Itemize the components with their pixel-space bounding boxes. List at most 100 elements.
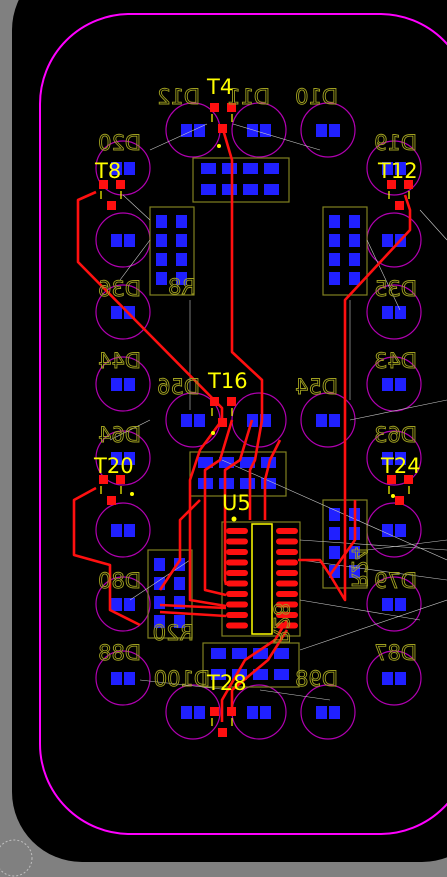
transistor-pad bbox=[210, 707, 219, 716]
led-pad bbox=[395, 378, 406, 391]
u5-pin bbox=[226, 528, 248, 534]
led-pad bbox=[316, 706, 327, 719]
label-t4: T4 bbox=[206, 75, 233, 99]
via bbox=[130, 492, 134, 496]
transistor-pad bbox=[218, 418, 227, 427]
u5-pin bbox=[226, 622, 248, 629]
led-pad bbox=[111, 234, 122, 247]
array-pad bbox=[264, 163, 279, 174]
u5-pin bbox=[276, 591, 298, 597]
led-pad bbox=[382, 672, 393, 685]
array-pad bbox=[156, 234, 167, 247]
led-pad bbox=[124, 378, 135, 391]
array-pad bbox=[201, 163, 216, 174]
led-pad bbox=[111, 598, 122, 611]
label-d87: D87 bbox=[374, 641, 417, 665]
u5-pin1-marker bbox=[231, 516, 237, 522]
array-pad bbox=[154, 596, 165, 609]
u5-pin bbox=[226, 591, 248, 597]
led-pad bbox=[124, 672, 135, 685]
transistor-pad bbox=[395, 201, 404, 210]
u5-pin bbox=[226, 612, 248, 618]
u5-pin bbox=[276, 538, 298, 545]
array-pad bbox=[174, 577, 185, 590]
label-d56: D56 bbox=[157, 375, 200, 399]
led-pad bbox=[316, 414, 327, 427]
label-d79: D79 bbox=[374, 569, 417, 593]
led-pad bbox=[124, 524, 135, 537]
transistor-pad bbox=[210, 103, 219, 112]
via bbox=[391, 494, 395, 498]
label-d88: D88 bbox=[98, 641, 141, 665]
label-d19: D19 bbox=[374, 131, 417, 155]
u5-pin bbox=[276, 528, 298, 534]
via bbox=[217, 144, 221, 148]
label-d80: D80 bbox=[98, 569, 141, 593]
array-pad bbox=[222, 184, 237, 195]
pcb-layout-canvas[interactable]: D12 D11 D10 D20 D19 D36 D35 D44 D43 D56 … bbox=[0, 0, 447, 877]
array-pad bbox=[329, 546, 340, 559]
u5-pin bbox=[226, 538, 248, 545]
label-r20: R20 bbox=[153, 621, 194, 645]
array-pad bbox=[176, 253, 187, 266]
u5-pin bbox=[276, 549, 298, 555]
led-pad bbox=[395, 672, 406, 685]
label-t16: T16 bbox=[207, 369, 248, 393]
u5-pin bbox=[226, 570, 248, 576]
array-pad bbox=[261, 478, 276, 489]
label-t28: T28 bbox=[206, 671, 247, 695]
array-pad bbox=[243, 163, 258, 174]
led-pad bbox=[316, 124, 327, 137]
led-pad bbox=[181, 414, 192, 427]
array-pad bbox=[219, 478, 234, 489]
led-pad bbox=[395, 306, 406, 319]
array-pad bbox=[156, 272, 167, 285]
led-pad bbox=[260, 706, 271, 719]
led-pad bbox=[329, 414, 340, 427]
led-pad bbox=[194, 706, 205, 719]
label-d100: D100 bbox=[154, 667, 210, 691]
array-pad bbox=[329, 527, 340, 540]
array-pad bbox=[329, 234, 340, 247]
label-r28: R28 bbox=[269, 603, 293, 644]
led-pad bbox=[329, 124, 340, 137]
transistor-pad bbox=[227, 707, 236, 716]
led-pad bbox=[395, 524, 406, 537]
label-t20: T20 bbox=[93, 454, 134, 478]
array-pad bbox=[243, 184, 258, 195]
led-pad bbox=[194, 414, 205, 427]
label-d12: D12 bbox=[157, 85, 200, 109]
u5-pin bbox=[276, 570, 298, 576]
led-pad bbox=[111, 672, 122, 685]
array-pad bbox=[349, 272, 360, 285]
label-d98: D98 bbox=[295, 667, 338, 691]
transistor-pad bbox=[107, 201, 116, 210]
label-t24: T24 bbox=[380, 454, 421, 478]
led-pad bbox=[124, 162, 135, 175]
array-pad bbox=[329, 272, 340, 285]
led-pad bbox=[111, 524, 122, 537]
led-pad bbox=[124, 234, 135, 247]
label-d36: D36 bbox=[98, 277, 141, 301]
led-pad bbox=[111, 306, 122, 319]
array-pad bbox=[240, 478, 255, 489]
led-pad bbox=[247, 706, 258, 719]
array-pad bbox=[176, 234, 187, 247]
led-pad bbox=[382, 234, 393, 247]
u5-pin bbox=[226, 601, 248, 608]
led-pad bbox=[382, 306, 393, 319]
label-d63: D63 bbox=[374, 423, 417, 447]
array-pad bbox=[201, 184, 216, 195]
via bbox=[211, 431, 215, 435]
array-pad bbox=[154, 558, 165, 571]
led-pad bbox=[111, 378, 122, 391]
led-pad bbox=[124, 598, 135, 611]
led-pad bbox=[329, 706, 340, 719]
label-u5: U5 bbox=[222, 491, 251, 515]
label-r8: R8 bbox=[168, 275, 196, 299]
array-pad bbox=[232, 648, 247, 659]
transistor-pad bbox=[210, 397, 219, 406]
transistor-pad bbox=[218, 728, 227, 737]
led-pad bbox=[395, 598, 406, 611]
label-t8: T8 bbox=[94, 159, 121, 183]
